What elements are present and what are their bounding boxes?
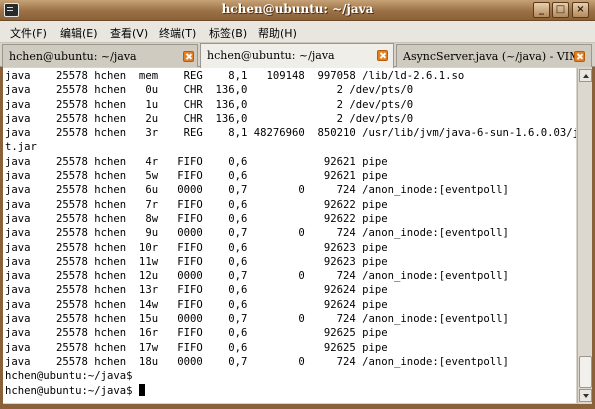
vertical-scrollbar[interactable] (577, 68, 592, 403)
menu-file[interactable]: 文件(F) (10, 25, 47, 41)
terminal-line: java 25578 hchen 7r FIFO 0,6 92622 pipe (5, 198, 388, 211)
terminal-line: java 25578 hchen 16r FIFO 0,6 92625 pipe (5, 327, 388, 340)
scroll-down-arrow-icon[interactable] (579, 389, 592, 402)
menu-bar: 文件(F) 编辑(E) 查看(V) 终端(T) 标签(B) 帮助(H) (0, 21, 595, 43)
tab-label: AsyncServer.java (~/java) - VIM (403, 50, 581, 63)
terminal-line: java 25578 hchen 3r REG 8,1 48276960 850… (5, 127, 576, 140)
maximize-button[interactable]: □ (552, 2, 569, 18)
menu-view[interactable]: 查看(V) (110, 25, 148, 41)
terminal-line: java 25578 hchen 13r FIFO 0,6 92624 pipe (5, 284, 388, 297)
terminal-line: java 25578 hchen 11w FIFO 0,6 92623 pipe (5, 255, 388, 268)
tab-bar: hchen@ubuntu: ~/java hchen@ubuntu: ~/jav… (0, 43, 595, 68)
window-frame-bottom (0, 404, 595, 409)
tab-label: hchen@ubuntu: ~/java (9, 50, 137, 63)
close-tab-icon[interactable] (377, 50, 388, 61)
terminal-line: java 25578 hchen 5w FIFO 0,6 92621 pipe (5, 170, 388, 183)
terminal-line: java 25578 hchen mem REG 8,1 109148 9970… (5, 70, 465, 82)
terminal-line: java 25578 hchen 14w FIFO 0,6 92624 pipe (5, 298, 388, 311)
scroll-up-arrow-icon[interactable] (579, 69, 592, 82)
terminal-line: java 25578 hchen 18u 0000 0,7 0 724 /ano… (5, 355, 509, 368)
terminal-line: java 25578 hchen 12u 0000 0,7 0 724 /ano… (5, 270, 509, 283)
tab-label: hchen@ubuntu: ~/java (207, 49, 335, 62)
terminal-line: t.jar (5, 141, 37, 154)
terminal-line: java 25578 hchen 6u 0000 0,7 0 724 /anon… (5, 184, 509, 197)
terminal-line: java 25578 hchen 17w FIFO 0,6 92625 pipe (5, 341, 388, 354)
title-bar[interactable]: hchen@ubuntu: ~/java _ □ × (0, 0, 595, 21)
minimize-button[interactable]: _ (533, 2, 550, 18)
window-title: hchen@ubuntu: ~/java (221, 2, 374, 16)
menu-edit[interactable]: 编辑(E) (60, 25, 98, 41)
scrollbar-thumb[interactable] (579, 356, 592, 388)
terminal-line: java 25578 hchen 0u CHR 136,0 2 /dev/pts… (5, 84, 414, 97)
terminal-line: java 25578 hchen 9u 0000 0,7 0 724 /anon… (5, 227, 509, 240)
tab-vim[interactable]: AsyncServer.java (~/java) - VIM (396, 44, 592, 67)
terminal-line: hchen@ubuntu:~/java$ (5, 370, 133, 383)
terminal-text: java 25578 hchen mem REG 8,1 109148 9970… (5, 69, 576, 398)
close-tab-icon[interactable] (183, 51, 194, 62)
terminal-output[interactable]: java 25578 hchen mem REG 8,1 109148 9970… (3, 68, 576, 403)
menu-terminal[interactable]: 终端(T) (159, 25, 196, 41)
menu-help[interactable]: 帮助(H) (258, 25, 297, 41)
terminal-line: java 25578 hchen 1u CHR 136,0 2 /dev/pts… (5, 98, 414, 111)
text-cursor (138, 383, 145, 396)
terminal-line: java 25578 hchen 10r FIFO 0,6 92623 pipe (5, 241, 388, 254)
terminal-line: java 25578 hchen 15u 0000 0,7 0 724 /ano… (5, 313, 509, 326)
terminal-line: java 25578 hchen 2u CHR 136,0 2 /dev/pts… (5, 112, 414, 125)
menu-tabs[interactable]: 标签(B) (209, 25, 247, 41)
tab-terminal-1[interactable]: hchen@ubuntu: ~/java (2, 44, 198, 67)
tab-terminal-2[interactable]: hchen@ubuntu: ~/java (200, 43, 394, 68)
terminal-line: java 25578 hchen 4r FIFO 0,6 92621 pipe (5, 155, 388, 168)
close-tab-icon[interactable] (574, 51, 585, 62)
terminal-line: java 25578 hchen 8w FIFO 0,6 92622 pipe (5, 212, 388, 225)
close-button[interactable]: × (572, 2, 589, 18)
terminal-line: hchen@ubuntu:~/java$ (5, 383, 576, 398)
